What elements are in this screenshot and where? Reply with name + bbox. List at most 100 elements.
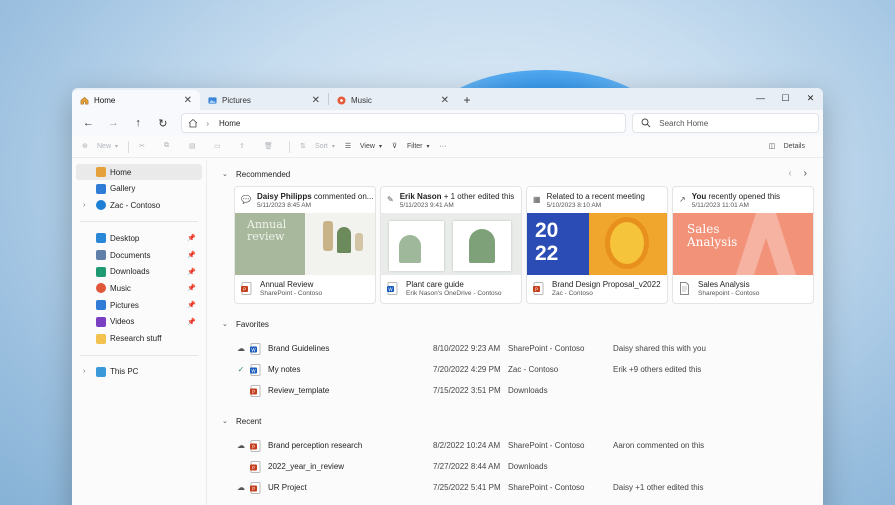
list-item[interactable]: P Review_template 7/15/2022 3:51 PM Down… xyxy=(234,380,815,401)
card-activity: Daisy Philipps commented on... xyxy=(256,192,374,201)
filter-button[interactable]: ⊽ Filter ▾ xyxy=(392,142,430,152)
list-item[interactable]: ☁ P Brand perception research 8/2/2022 1… xyxy=(234,435,815,456)
card-file-name: Annual Review xyxy=(260,280,314,289)
pin-icon[interactable]: 📌 xyxy=(187,251,196,259)
card-timestamp: 5/11/2023 8:45 AM xyxy=(256,202,312,209)
breadcrumb[interactable]: Home xyxy=(219,119,240,128)
pin-icon[interactable]: 📌 xyxy=(187,234,196,242)
chevron-down-icon: ▾ xyxy=(115,144,119,150)
sort-button[interactable]: ⇅ Sort ▾ xyxy=(300,142,335,152)
list-item[interactable]: ☁ W Brand Guidelines 8/10/2022 9:23 AM S… xyxy=(234,338,815,359)
delete-button[interactable]: 🗑 xyxy=(264,142,279,152)
chevron-down-icon[interactable]: ⌄ xyxy=(222,320,236,328)
tab-music[interactable]: Music ✕ xyxy=(329,90,457,110)
sidebar-item-gallery[interactable]: Gallery xyxy=(76,181,202,197)
search-input[interactable]: Search Home xyxy=(632,113,820,133)
file-name: My notes xyxy=(268,365,301,374)
card-header: ▦ Related to a recent meeting 5/10/2023 … xyxy=(527,187,667,213)
new-tab-button[interactable]: + xyxy=(457,90,477,110)
refresh-icon[interactable]: ↻ xyxy=(150,117,175,130)
svg-text:P: P xyxy=(243,287,246,293)
rename-icon: ▭ xyxy=(214,142,221,150)
chevron-down-icon[interactable]: ⌄ xyxy=(222,170,236,178)
synced-check-icon: ✓ xyxy=(237,365,245,374)
chevron-right-icon[interactable]: › xyxy=(83,368,85,375)
forward-arrow-icon[interactable]: → xyxy=(101,117,126,129)
home-icon xyxy=(189,118,198,128)
chevron-right-icon[interactable]: › xyxy=(804,168,807,179)
recommended-card-annual-review[interactable]: 💬 Daisy Philipps commented on... 5/11/20… xyxy=(234,186,376,304)
pin-icon[interactable]: 📌 xyxy=(187,268,196,276)
up-arrow-icon[interactable]: ↑ xyxy=(126,117,151,129)
sidebar-item-desktop[interactable]: Desktop 📌 xyxy=(76,230,202,246)
videos-icon xyxy=(96,316,106,327)
close-window-icon[interactable]: ✕ xyxy=(798,88,823,108)
back-arrow-icon[interactable]: ← xyxy=(76,117,101,129)
view-icon: ☰ xyxy=(344,142,352,150)
sidebar-item-documents[interactable]: Documents 📌 xyxy=(76,247,202,263)
file-name: UR Project xyxy=(268,483,307,492)
cut-button[interactable]: ✂ xyxy=(139,142,154,152)
sidebar-item-label: Documents xyxy=(110,250,151,260)
close-icon[interactable]: ✕ xyxy=(441,95,449,106)
recommended-card-plant-care-guide[interactable]: ✎ Erik Nason + 1 other edited this 5/11/… xyxy=(380,186,522,304)
sidebar-item-this-pc[interactable]: › This PC xyxy=(76,364,202,380)
chevron-right-icon[interactable]: › xyxy=(83,202,85,209)
card-header: 💬 Daisy Philipps commented on... 5/11/20… xyxy=(235,187,375,213)
recommended-card-sales-analysis[interactable]: ↗ You recently opened this 5/11/2023 11:… xyxy=(672,186,814,304)
chevron-left-icon[interactable]: ‹ xyxy=(788,168,791,179)
minimize-icon[interactable]: — xyxy=(748,88,773,108)
copy-button[interactable]: ⧉ xyxy=(164,142,179,152)
sidebar-item-zac-contoso[interactable]: › Zac - Contoso xyxy=(76,197,202,213)
tab-label: Pictures xyxy=(222,95,251,105)
sidebar-item-downloads[interactable]: Downloads 📌 xyxy=(76,264,202,280)
sidebar-item-label: Gallery xyxy=(110,184,136,194)
sidebar-item-label: Music xyxy=(110,283,131,293)
address-bar[interactable]: › Home xyxy=(181,113,627,133)
share-button[interactable]: ⇪ xyxy=(239,142,254,152)
details-button[interactable]: ◫ Details xyxy=(769,142,805,152)
close-icon[interactable]: ✕ xyxy=(312,95,320,106)
tab-home[interactable]: Home ✕ xyxy=(72,90,200,110)
maximize-icon[interactable]: ☐ xyxy=(773,88,798,108)
sidebar-item-pictures[interactable]: Pictures 📌 xyxy=(76,297,202,313)
more-options-button[interactable]: ··· xyxy=(440,143,447,150)
sidebar-divider xyxy=(80,354,198,356)
pin-icon[interactable]: 📌 xyxy=(187,318,196,326)
recent-header[interactable]: ⌄ Recent xyxy=(222,413,815,429)
this-pc-icon xyxy=(96,366,106,377)
rename-button[interactable]: ▭ xyxy=(214,142,229,152)
word-file-icon: W xyxy=(250,363,261,376)
file-activity: Daisy +1 other edited this xyxy=(613,483,704,492)
paste-button[interactable]: ▤ xyxy=(189,142,204,152)
file-activity: Erik +9 others edited this xyxy=(613,365,702,374)
list-item[interactable]: ✓ W My notes 7/20/2022 4:29 PM Zac - Con… xyxy=(234,359,815,380)
sidebar-item-home[interactable]: Home xyxy=(76,164,202,180)
pin-icon[interactable]: 📌 xyxy=(187,284,196,292)
sidebar-item-label: Desktop xyxy=(110,233,140,243)
file-location: Downloads xyxy=(508,386,548,395)
cloud-status-icon: ☁ xyxy=(237,344,245,353)
new-button[interactable]: ⊕ New ▾ xyxy=(82,142,118,152)
chevron-down-icon[interactable]: ⌄ xyxy=(222,417,236,425)
pin-icon[interactable]: 📌 xyxy=(187,301,196,309)
sidebar-item-research-stuff[interactable]: Research stuff xyxy=(76,331,202,347)
sidebar-item-music[interactable]: Music 📌 xyxy=(76,280,202,296)
card-thumbnail: Sales Analysis xyxy=(673,213,813,275)
powerpoint-file-icon: P xyxy=(250,439,261,452)
list-item[interactable]: ☁ P UR Project 7/25/2022 5:41 PM SharePo… xyxy=(234,477,815,498)
documents-icon xyxy=(96,250,106,261)
view-button[interactable]: ☰ View ▾ xyxy=(345,142,382,152)
recommended-card-brand-design-proposal[interactable]: ▦ Related to a recent meeting 5/10/2023 … xyxy=(526,186,668,304)
recommended-header[interactable]: ⌄ Recommended xyxy=(222,166,815,182)
svg-text:P: P xyxy=(252,389,255,395)
list-item[interactable]: P 2022_year_in_review 7/27/2022 8:44 AM … xyxy=(234,456,815,477)
thumb-title: 20 22 xyxy=(535,219,559,265)
tab-pictures[interactable]: Pictures ✕ xyxy=(200,90,328,110)
card-activity: Related to a recent meeting xyxy=(546,192,645,201)
close-icon[interactable]: ✕ xyxy=(184,95,192,106)
favorites-header[interactable]: ⌄ Favorites xyxy=(222,316,815,332)
sidebar-item-videos[interactable]: Videos 📌 xyxy=(76,314,202,330)
file-date: 8/10/2022 9:23 AM xyxy=(433,344,501,353)
sidebar-item-label: Zac - Contoso xyxy=(110,200,161,210)
